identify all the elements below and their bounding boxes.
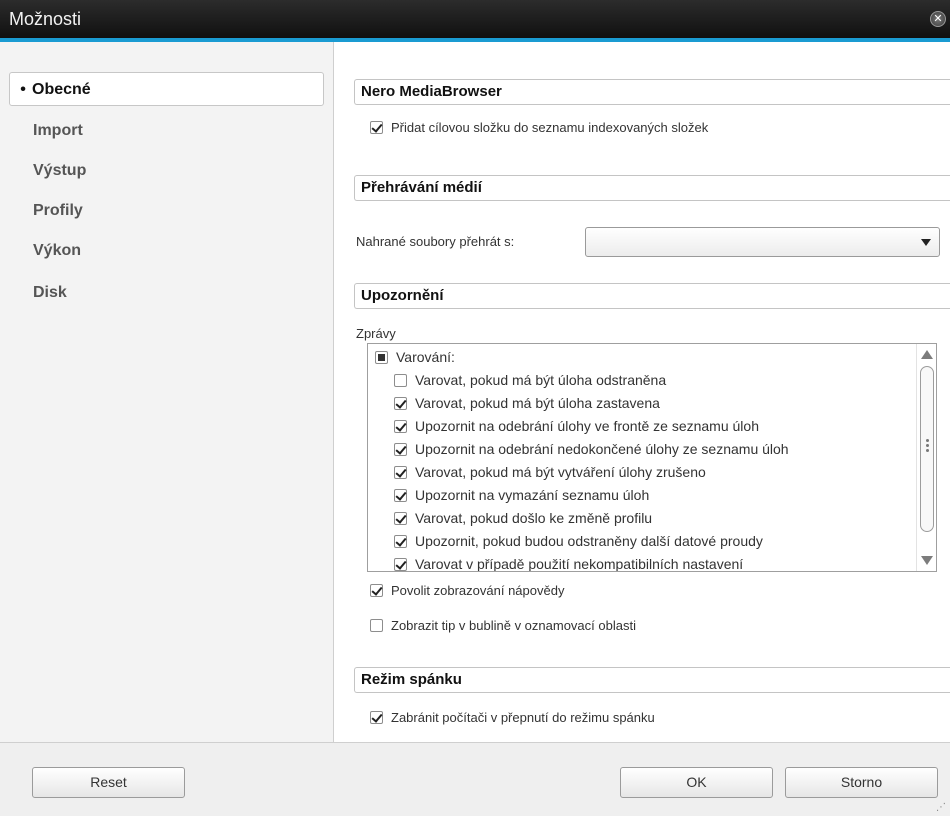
tray-tip-label: Zobrazit tip v bublině v oznamovací obla… <box>391 618 636 633</box>
sidebar-item-disk[interactable]: Disk <box>9 276 324 310</box>
message-label: Varovat, pokud má být úloha odstraněna <box>415 372 667 388</box>
section-title-notifications: Upozornění <box>354 283 950 309</box>
group-label: Varování: <box>396 349 455 365</box>
sidebar-item-import[interactable]: Import <box>9 114 324 148</box>
message-checkbox[interactable] <box>394 488 407 502</box>
message-label: Varovat, pokud má být úloha zastavena <box>415 395 660 411</box>
prevent-sleep-label: Zabránit počítači v přepnutí do režimu s… <box>391 710 655 725</box>
tray-tip-checkbox[interactable] <box>370 619 383 632</box>
tray-tip-row[interactable]: Zobrazit tip v bublině v oznamovací obla… <box>370 618 636 633</box>
resize-grip-icon[interactable]: ⋰ <box>936 802 946 813</box>
messages-label: Zprávy <box>356 326 396 341</box>
player-select[interactable] <box>585 227 940 257</box>
message-label: Varovat v případě použití nekompatibilní… <box>415 556 744 572</box>
sidebar-item-vystup[interactable]: Výstup <box>9 154 324 188</box>
sidebar-item-obecne[interactable]: • Obecné <box>9 72 324 106</box>
scroll-up-arrow-icon[interactable] <box>921 350 933 359</box>
dialog-footer: Reset OK Storno <box>0 742 950 816</box>
add-folder-label: Přidat cílovou složku do seznamu indexov… <box>391 120 709 135</box>
sidebar-item-label: Obecné <box>32 81 91 98</box>
grip-icon <box>926 439 929 455</box>
list-item[interactable]: Upozornit na vymazání seznamu úloh <box>394 487 649 503</box>
reset-button[interactable]: Reset <box>32 767 185 798</box>
settings-panel: Nero MediaBrowser Přidat cílovou složku … <box>334 42 950 742</box>
prevent-sleep-row[interactable]: Zabránit počítači v přepnutí do režimu s… <box>370 710 655 725</box>
message-checkbox[interactable] <box>394 373 407 387</box>
list-item[interactable]: Upozornit na odebrání úlohy ve frontě ze… <box>394 418 759 434</box>
list-item[interactable]: Varovat, pokud má být úloha zastavena <box>394 395 660 411</box>
prevent-sleep-checkbox[interactable] <box>370 711 383 724</box>
message-label: Upozornit, pokud budou odstraněny další … <box>415 533 763 549</box>
active-bullet-icon: • <box>20 81 26 98</box>
list-scrollbar[interactable] <box>916 344 936 571</box>
group-checkbox[interactable] <box>375 350 388 364</box>
section-title-sleep-mode: Režim spánku <box>354 667 950 693</box>
message-label: Upozornit na vymazání seznamu úloh <box>415 487 650 503</box>
cancel-button[interactable]: Storno <box>785 767 938 798</box>
scroll-down-arrow-icon[interactable] <box>921 556 933 565</box>
sidebar-item-label: Disk <box>33 284 67 301</box>
add-folder-checkbox-row[interactable]: Přidat cílovou složku do seznamu indexov… <box>370 120 708 135</box>
sidebar-item-label: Výstup <box>33 162 87 179</box>
list-item-group[interactable]: Varování: <box>375 349 455 365</box>
message-checkbox[interactable] <box>394 557 407 571</box>
message-label: Varovat, pokud došlo ke změně profilu <box>415 510 653 526</box>
message-checkbox[interactable] <box>394 511 407 525</box>
scroll-thumb[interactable] <box>920 366 934 532</box>
section-title-media-playback: Přehrávání médií <box>354 175 950 201</box>
message-checkbox[interactable] <box>394 442 407 456</box>
message-label: Upozornit na odebrání úlohy ve frontě ze… <box>415 418 759 434</box>
messages-list[interactable]: Varování: Varovat, pokud má být úloha od… <box>367 343 937 572</box>
title-bar: Možnosti ✕ <box>0 0 950 42</box>
enable-help-label: Povolit zobrazování nápovědy <box>391 583 565 598</box>
message-checkbox[interactable] <box>394 419 407 433</box>
close-icon[interactable]: ✕ <box>930 11 946 27</box>
message-label: Upozornit na odebrání nedokončené úlohy … <box>415 441 789 457</box>
ok-button[interactable]: OK <box>620 767 773 798</box>
sidebar-item-label: Import <box>33 122 83 139</box>
sidebar-item-label: Výkon <box>33 242 82 259</box>
enable-help-checkbox[interactable] <box>370 584 383 597</box>
list-item[interactable]: Varovat, pokud má být vytváření úlohy zr… <box>394 464 706 480</box>
enable-help-row[interactable]: Povolit zobrazování nápovědy <box>370 583 564 598</box>
play-with-label: Nahrané soubory přehrát s: <box>356 234 515 249</box>
message-checkbox[interactable] <box>394 534 407 548</box>
list-item[interactable]: Varovat v případě použití nekompatibilní… <box>394 556 744 572</box>
window-title: Možnosti <box>9 9 82 29</box>
sidebar: • Obecné Import Výstup Profily Výkon Dis… <box>0 42 334 742</box>
sidebar-item-vykon[interactable]: Výkon <box>9 234 324 268</box>
list-item[interactable]: Varovat, pokud má být úloha odstraněna <box>394 372 666 388</box>
sidebar-item-label: Profily <box>33 202 83 219</box>
list-item[interactable]: Upozornit na odebrání nedokončené úlohy … <box>394 441 789 457</box>
chevron-down-icon <box>921 239 931 246</box>
section-title-media-browser: Nero MediaBrowser <box>354 79 950 105</box>
add-folder-checkbox[interactable] <box>370 121 383 134</box>
message-checkbox[interactable] <box>394 396 407 410</box>
message-checkbox[interactable] <box>394 465 407 479</box>
list-item[interactable]: Varovat, pokud došlo ke změně profilu <box>394 510 652 526</box>
sidebar-item-profily[interactable]: Profily <box>9 194 324 228</box>
message-label: Varovat, pokud má být vytváření úlohy zr… <box>415 464 706 480</box>
list-item[interactable]: Upozornit, pokud budou odstraněny další … <box>394 533 763 549</box>
